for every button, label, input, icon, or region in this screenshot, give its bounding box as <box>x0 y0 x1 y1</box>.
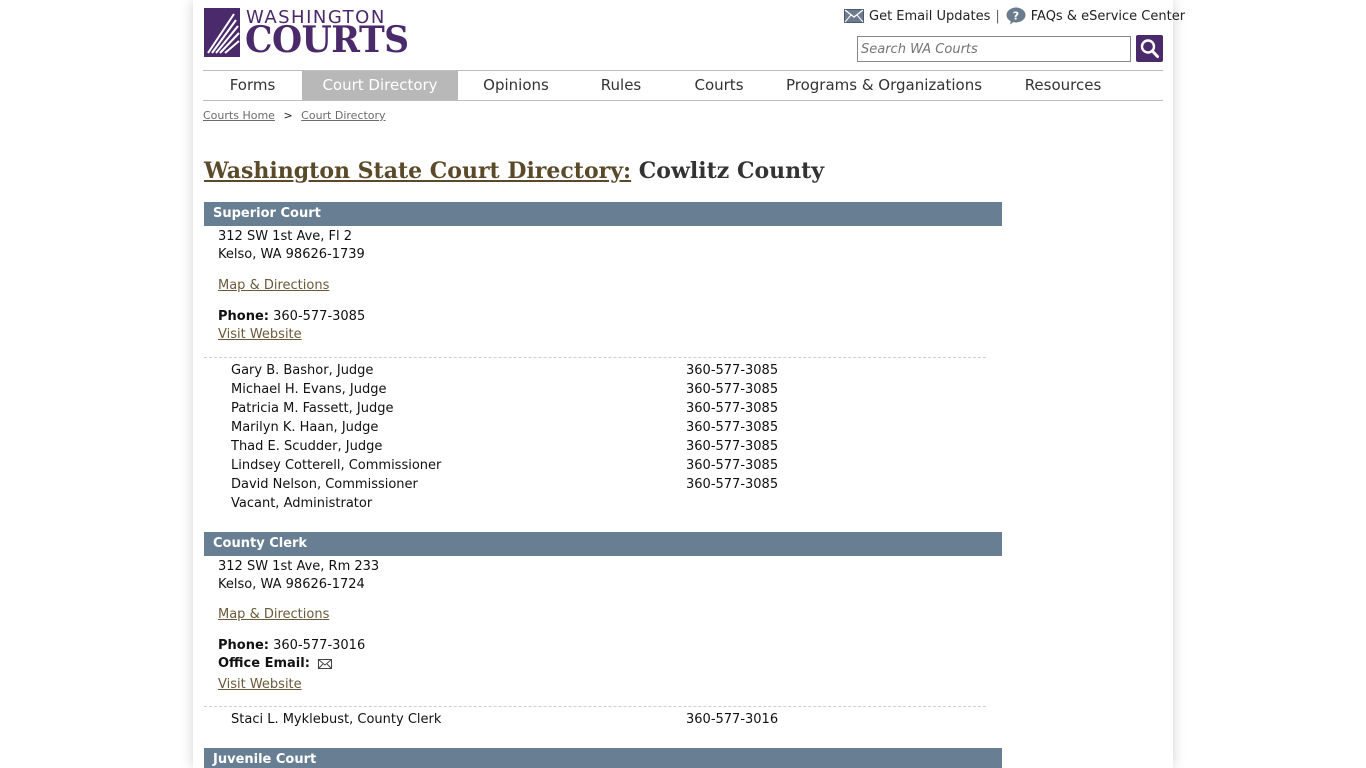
clerk-visit-website-link[interactable]: Visit Website <box>218 677 302 692</box>
section-header-county-clerk: County Clerk <box>204 532 1002 556</box>
search-button[interactable] <box>1136 35 1163 62</box>
staff-phone: 360-577-3085 <box>686 439 779 454</box>
staff-name: Michael H. Evans, Judge <box>231 382 387 397</box>
nav-court-directory[interactable]: Court Directory <box>302 71 458 100</box>
nav-rules[interactable]: Rules <box>574 71 668 100</box>
logo-text-bottom: COURTS <box>245 19 409 61</box>
superior-visit-website-link[interactable]: Visit Website <box>218 327 302 342</box>
clerk-phone: Phone: 360-577-3016 <box>218 638 365 653</box>
washington-courts-logo[interactable]: WASHINGTON COURTS <box>204 7 409 60</box>
superior-divider <box>204 357 986 358</box>
superior-phone-value: 360-577-3085 <box>273 309 366 324</box>
staff-phone: 360-577-3085 <box>686 420 779 435</box>
main-nav: Forms Court Directory Opinions Rules Cou… <box>203 70 1163 101</box>
email-icon <box>844 9 864 23</box>
staff-name: Marilyn K. Haan, Judge <box>231 420 379 435</box>
title-directory-link[interactable]: Washington State Court Directory: <box>204 158 631 184</box>
staff-name: Gary B. Bashor, Judge <box>231 363 374 378</box>
faqs-link[interactable]: FAQs & eService Center <box>1031 9 1185 24</box>
search-input[interactable] <box>857 36 1131 62</box>
superior-address-line2: Kelso, WA 98626-1739 <box>218 247 365 262</box>
utility-links: Get Email Updates | ? FAQs & eService Ce… <box>844 7 1185 25</box>
nav-forms[interactable]: Forms <box>203 71 302 100</box>
staff-name: Thad E. Scudder, Judge <box>231 439 383 454</box>
logo-mark-icon <box>204 8 240 57</box>
staff-phone: 360-577-3085 <box>686 382 779 397</box>
superior-map-directions-link[interactable]: Map & Directions <box>218 278 329 293</box>
superior-address-line1: 312 SW 1st Ave, Fl 2 <box>218 229 353 244</box>
staff-name: Patricia M. Fassett, Judge <box>231 401 394 416</box>
util-separator: | <box>995 8 1000 24</box>
section-header-juvenile-court: Juvenile Court <box>204 748 1002 768</box>
staff-name: Lindsey Cotterell, Commissioner <box>231 458 442 473</box>
breadcrumb-court-directory[interactable]: Court Directory <box>301 109 385 122</box>
nav-programs-organizations[interactable]: Programs & Organizations <box>770 71 998 100</box>
email-updates-link[interactable]: Get Email Updates <box>869 9 990 24</box>
staff-phone: 360-577-3016 <box>686 712 779 727</box>
clerk-map-directions-link[interactable]: Map & Directions <box>218 607 329 622</box>
search-icon <box>1140 39 1159 58</box>
staff-phone: 360-577-3085 <box>686 458 779 473</box>
mail-icon[interactable] <box>318 659 333 669</box>
staff-name: David Nelson, Commissioner <box>231 477 418 492</box>
staff-name: Vacant, Administrator <box>231 496 373 511</box>
nav-resources[interactable]: Resources <box>998 71 1128 100</box>
nav-courts[interactable]: Courts <box>668 71 770 100</box>
superior-phone-label: Phone: <box>218 309 269 324</box>
clerk-phone-label: Phone: <box>218 638 269 653</box>
page-title: Washington State Court Directory: Cowlit… <box>204 158 824 184</box>
staff-name: Staci L. Myklebust, County Clerk <box>231 712 442 727</box>
clerk-email-label: Office Email: <box>218 656 310 671</box>
clerk-address-line1: 312 SW 1st Ave, Rm 233 <box>218 559 380 574</box>
clerk-phone-value: 360-577-3016 <box>273 638 366 653</box>
help-icon: ? <box>1006 7 1026 25</box>
breadcrumb: Courts Home > Court Directory <box>203 109 386 122</box>
title-county: Cowlitz County <box>638 158 825 184</box>
breadcrumb-courts-home[interactable]: Courts Home <box>203 109 275 122</box>
section-header-superior-court: Superior Court <box>204 202 1002 226</box>
clerk-divider <box>204 706 986 707</box>
staff-phone: 360-577-3085 <box>686 363 779 378</box>
staff-phone: 360-577-3085 <box>686 401 779 416</box>
clerk-address-line2: Kelso, WA 98626-1724 <box>218 577 365 592</box>
svg-text:?: ? <box>1013 10 1019 23</box>
superior-phone: Phone: 360-577-3085 <box>218 309 365 324</box>
staff-phone: 360-577-3085 <box>686 477 779 492</box>
nav-opinions[interactable]: Opinions <box>458 71 574 100</box>
breadcrumb-separator: > <box>283 109 293 122</box>
clerk-office-email: Office Email: <box>218 656 333 671</box>
